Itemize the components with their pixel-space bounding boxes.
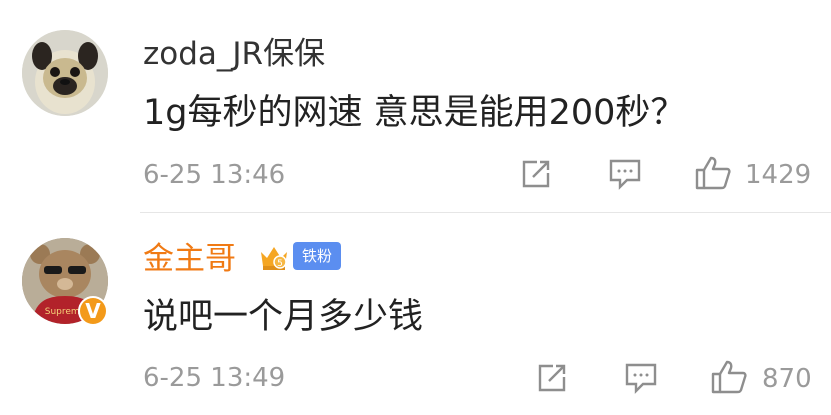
crown-vip-icon: 5 bbox=[258, 242, 290, 272]
thumbs-up-icon[interactable] bbox=[694, 155, 732, 191]
comment-icon[interactable] bbox=[624, 362, 658, 394]
timestamp: 6-25 13:46 bbox=[143, 160, 286, 190]
comment-text: 说吧一个月多少钱 bbox=[143, 297, 424, 337]
verified-badge: V bbox=[78, 296, 108, 326]
svg-text:5: 5 bbox=[277, 259, 283, 269]
timestamp: 6-25 13:49 bbox=[143, 363, 286, 393]
verified-v-icon: V bbox=[80, 298, 106, 324]
comment-text: 1g每秒的网速 意思是能用200秒？ bbox=[143, 93, 686, 133]
like-count: 870 bbox=[762, 364, 812, 394]
fan-badge[interactable]: 铁粉 bbox=[293, 242, 341, 270]
comment-item: zoda_JR保保 1g每秒的网速 意思是能用200秒？ 6-25 13:46 … bbox=[0, 0, 831, 212]
thumbs-up-icon[interactable] bbox=[710, 359, 748, 395]
pug-dog-avatar-image bbox=[22, 30, 108, 116]
username[interactable]: 金主哥 bbox=[143, 241, 236, 277]
avatar[interactable] bbox=[22, 30, 108, 116]
share-icon[interactable] bbox=[536, 362, 568, 394]
username[interactable]: zoda_JR保保 bbox=[143, 36, 325, 72]
share-icon[interactable] bbox=[520, 158, 552, 190]
comment-icon[interactable] bbox=[608, 158, 642, 190]
like-count: 1429 bbox=[745, 160, 812, 190]
